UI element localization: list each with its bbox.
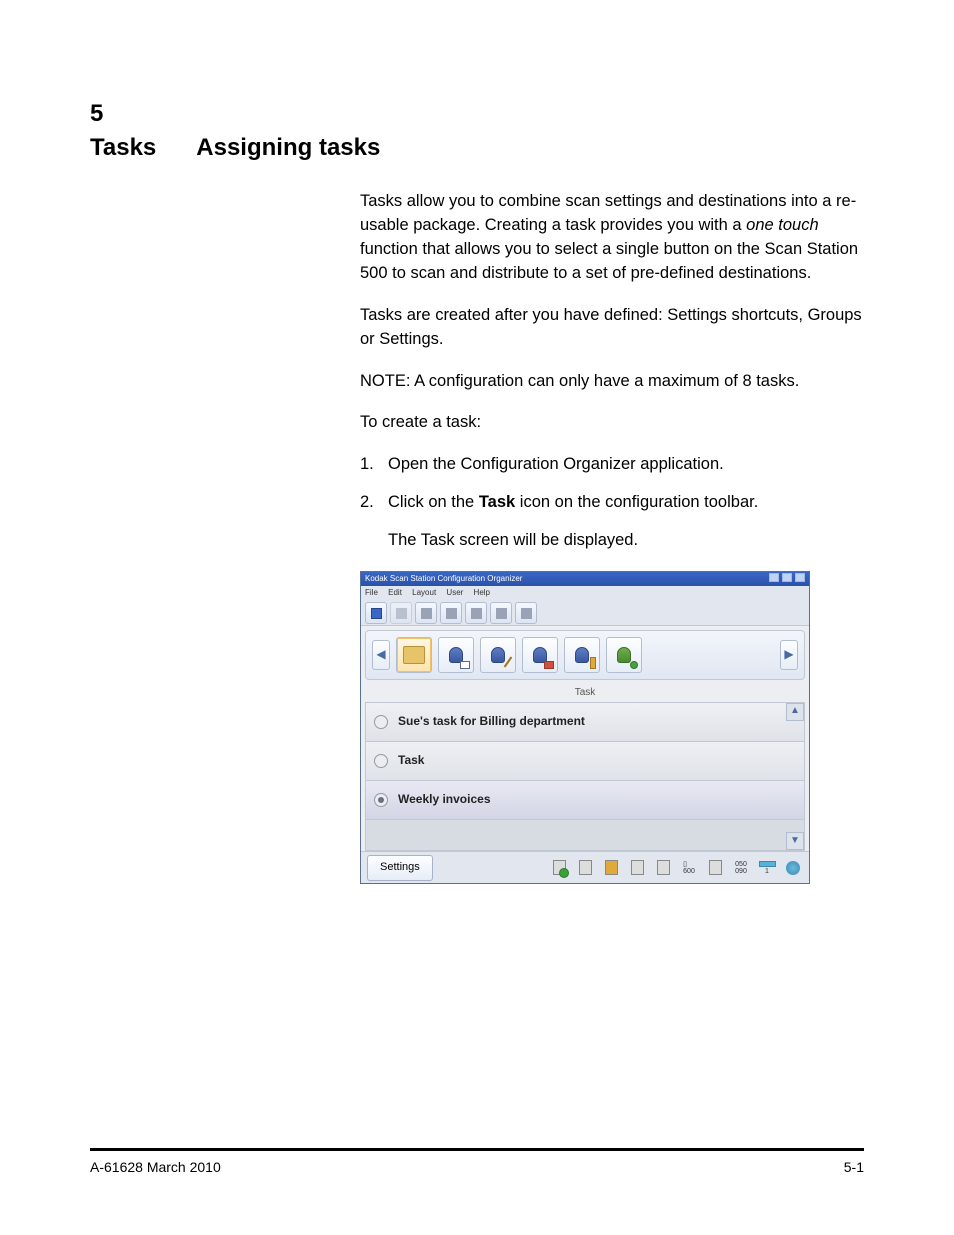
- status-dpi: ▯ 600: [679, 858, 699, 878]
- doc-icon: [553, 860, 566, 875]
- person-icon: [575, 647, 589, 663]
- menu-help[interactable]: Help: [474, 588, 490, 597]
- group-active-button[interactable]: [606, 637, 642, 673]
- section-title-line: Tasks Assigning tasks: [90, 134, 864, 162]
- toolbar-button-6[interactable]: [490, 602, 512, 624]
- step-1: 1. Open the Configuration Organizer appl…: [360, 453, 864, 477]
- step-2-result: The Task screen will be displayed.: [388, 529, 864, 553]
- paragraph-1: Tasks allow you to combine scan settings…: [360, 190, 864, 286]
- page-footer: A-61628 March 2010 5-1: [90, 1148, 864, 1175]
- settings-button[interactable]: Settings: [367, 855, 433, 881]
- body-text: Tasks allow you to combine scan settings…: [360, 190, 864, 884]
- window-controls: [768, 573, 805, 586]
- window-titlebar[interactable]: Kodak Scan Station Configuration Organiz…: [361, 572, 809, 586]
- toolbar-button-5[interactable]: [465, 602, 487, 624]
- generic-icon: [521, 608, 532, 619]
- task-label: Weekly invoices: [398, 791, 491, 808]
- menu-layout[interactable]: Layout: [412, 588, 436, 597]
- step-2: 2. Click on the Task icon on the configu…: [360, 491, 864, 515]
- status-icon-3[interactable]: [601, 858, 621, 878]
- paragraph-2: Tasks are created after you have defined…: [360, 304, 864, 352]
- doc-icon: [631, 860, 644, 875]
- note: NOTE: A configuration can only have a ma…: [360, 370, 864, 394]
- doc-small-icon: ▯: [683, 861, 687, 868]
- bar-icon: [759, 861, 776, 867]
- task-label: Sue's task for Billing department: [398, 713, 585, 730]
- ribbon-label: Task: [361, 684, 809, 702]
- toolbar-button-2[interactable]: [390, 602, 412, 624]
- radio-icon[interactable]: [374, 793, 388, 807]
- toolbar-save-button[interactable]: [365, 602, 387, 624]
- status-icon-4[interactable]: [627, 858, 647, 878]
- toolbar-button-3[interactable]: [415, 602, 437, 624]
- config-toolbar: ◀: [365, 630, 805, 680]
- maximize-button[interactable]: [782, 573, 792, 582]
- menu-edit[interactable]: Edit: [388, 588, 402, 597]
- group-email-button[interactable]: [438, 637, 474, 673]
- doc-icon: [657, 860, 670, 875]
- footer-right: 5-1: [844, 1159, 864, 1175]
- window-title: Kodak Scan Station Configuration Organiz…: [365, 573, 522, 585]
- menu-user[interactable]: User: [446, 588, 463, 597]
- task-row[interactable]: Weekly invoices: [366, 781, 804, 820]
- person-icon: [491, 647, 505, 663]
- status-bar: Settings ▯ 600 050 090: [361, 851, 809, 883]
- menu-bar: File Edit Layout User Help: [361, 586, 809, 600]
- doc-icon: [579, 860, 592, 875]
- task-label: Task: [398, 752, 424, 769]
- minimize-button[interactable]: [769, 573, 779, 582]
- folder-icon: [403, 646, 425, 664]
- status-icon-5[interactable]: [653, 858, 673, 878]
- status-icon-snow[interactable]: [783, 858, 803, 878]
- application-window: Kodak Scan Station Configuration Organiz…: [360, 571, 810, 884]
- doc-icon: [605, 860, 618, 875]
- generic-icon: [421, 608, 432, 619]
- group-share-button[interactable]: [522, 637, 558, 673]
- mail-icon: [460, 661, 470, 669]
- doc-icon: [709, 860, 722, 875]
- scroll-right-button[interactable]: ▶: [780, 640, 798, 670]
- group-edit-button[interactable]: [480, 637, 516, 673]
- toolbar-button-7[interactable]: [515, 602, 537, 624]
- generic-icon: [496, 608, 507, 619]
- menu-file[interactable]: File: [365, 588, 378, 597]
- radio-icon[interactable]: [374, 754, 388, 768]
- badge-icon: [590, 657, 596, 669]
- page-content: 5 Tasks Assigning tasks Tasks allow you …: [0, 0, 954, 944]
- scroll-up-button[interactable]: ▲: [786, 703, 804, 721]
- status-copies: 1: [757, 858, 777, 878]
- generic-icon: [471, 608, 482, 619]
- snowflake-icon: [786, 861, 800, 875]
- status-icon-2[interactable]: [575, 858, 595, 878]
- section-title-left: Tasks: [90, 134, 156, 162]
- share-icon: [544, 661, 554, 669]
- toolbar-button-4[interactable]: [440, 602, 462, 624]
- close-button[interactable]: [795, 573, 805, 582]
- task-list: ▲ Sue's task for Billing department Task…: [365, 702, 805, 852]
- task-row[interactable]: Sue's task for Billing department: [366, 703, 804, 742]
- active-icon: [630, 661, 638, 669]
- scroll-left-button[interactable]: ◀: [372, 640, 390, 670]
- generic-icon: [396, 608, 407, 619]
- task-list-inner: Sue's task for Billing department Task W…: [366, 703, 804, 851]
- toolbar: [361, 600, 809, 626]
- section-number: 5: [90, 100, 864, 128]
- steps-heading: To create a task:: [360, 411, 864, 435]
- save-icon: [371, 608, 382, 619]
- footer-left: A-61628 March 2010: [90, 1159, 221, 1175]
- scroll-down-button[interactable]: ▼: [786, 832, 804, 850]
- status-scale: 050 090: [731, 858, 751, 878]
- radio-icon[interactable]: [374, 715, 388, 729]
- pencil-icon: [504, 657, 513, 668]
- group-settings-button[interactable]: [564, 637, 600, 673]
- task-row[interactable]: Task: [366, 742, 804, 781]
- status-icon-1[interactable]: [549, 858, 569, 878]
- config-toolbar-icons: [396, 637, 774, 673]
- section-title-right: Assigning tasks: [196, 134, 380, 162]
- generic-icon: [446, 608, 457, 619]
- person-icon: [617, 647, 631, 663]
- task-icon-button[interactable]: [396, 637, 432, 673]
- status-icon-6[interactable]: [705, 858, 725, 878]
